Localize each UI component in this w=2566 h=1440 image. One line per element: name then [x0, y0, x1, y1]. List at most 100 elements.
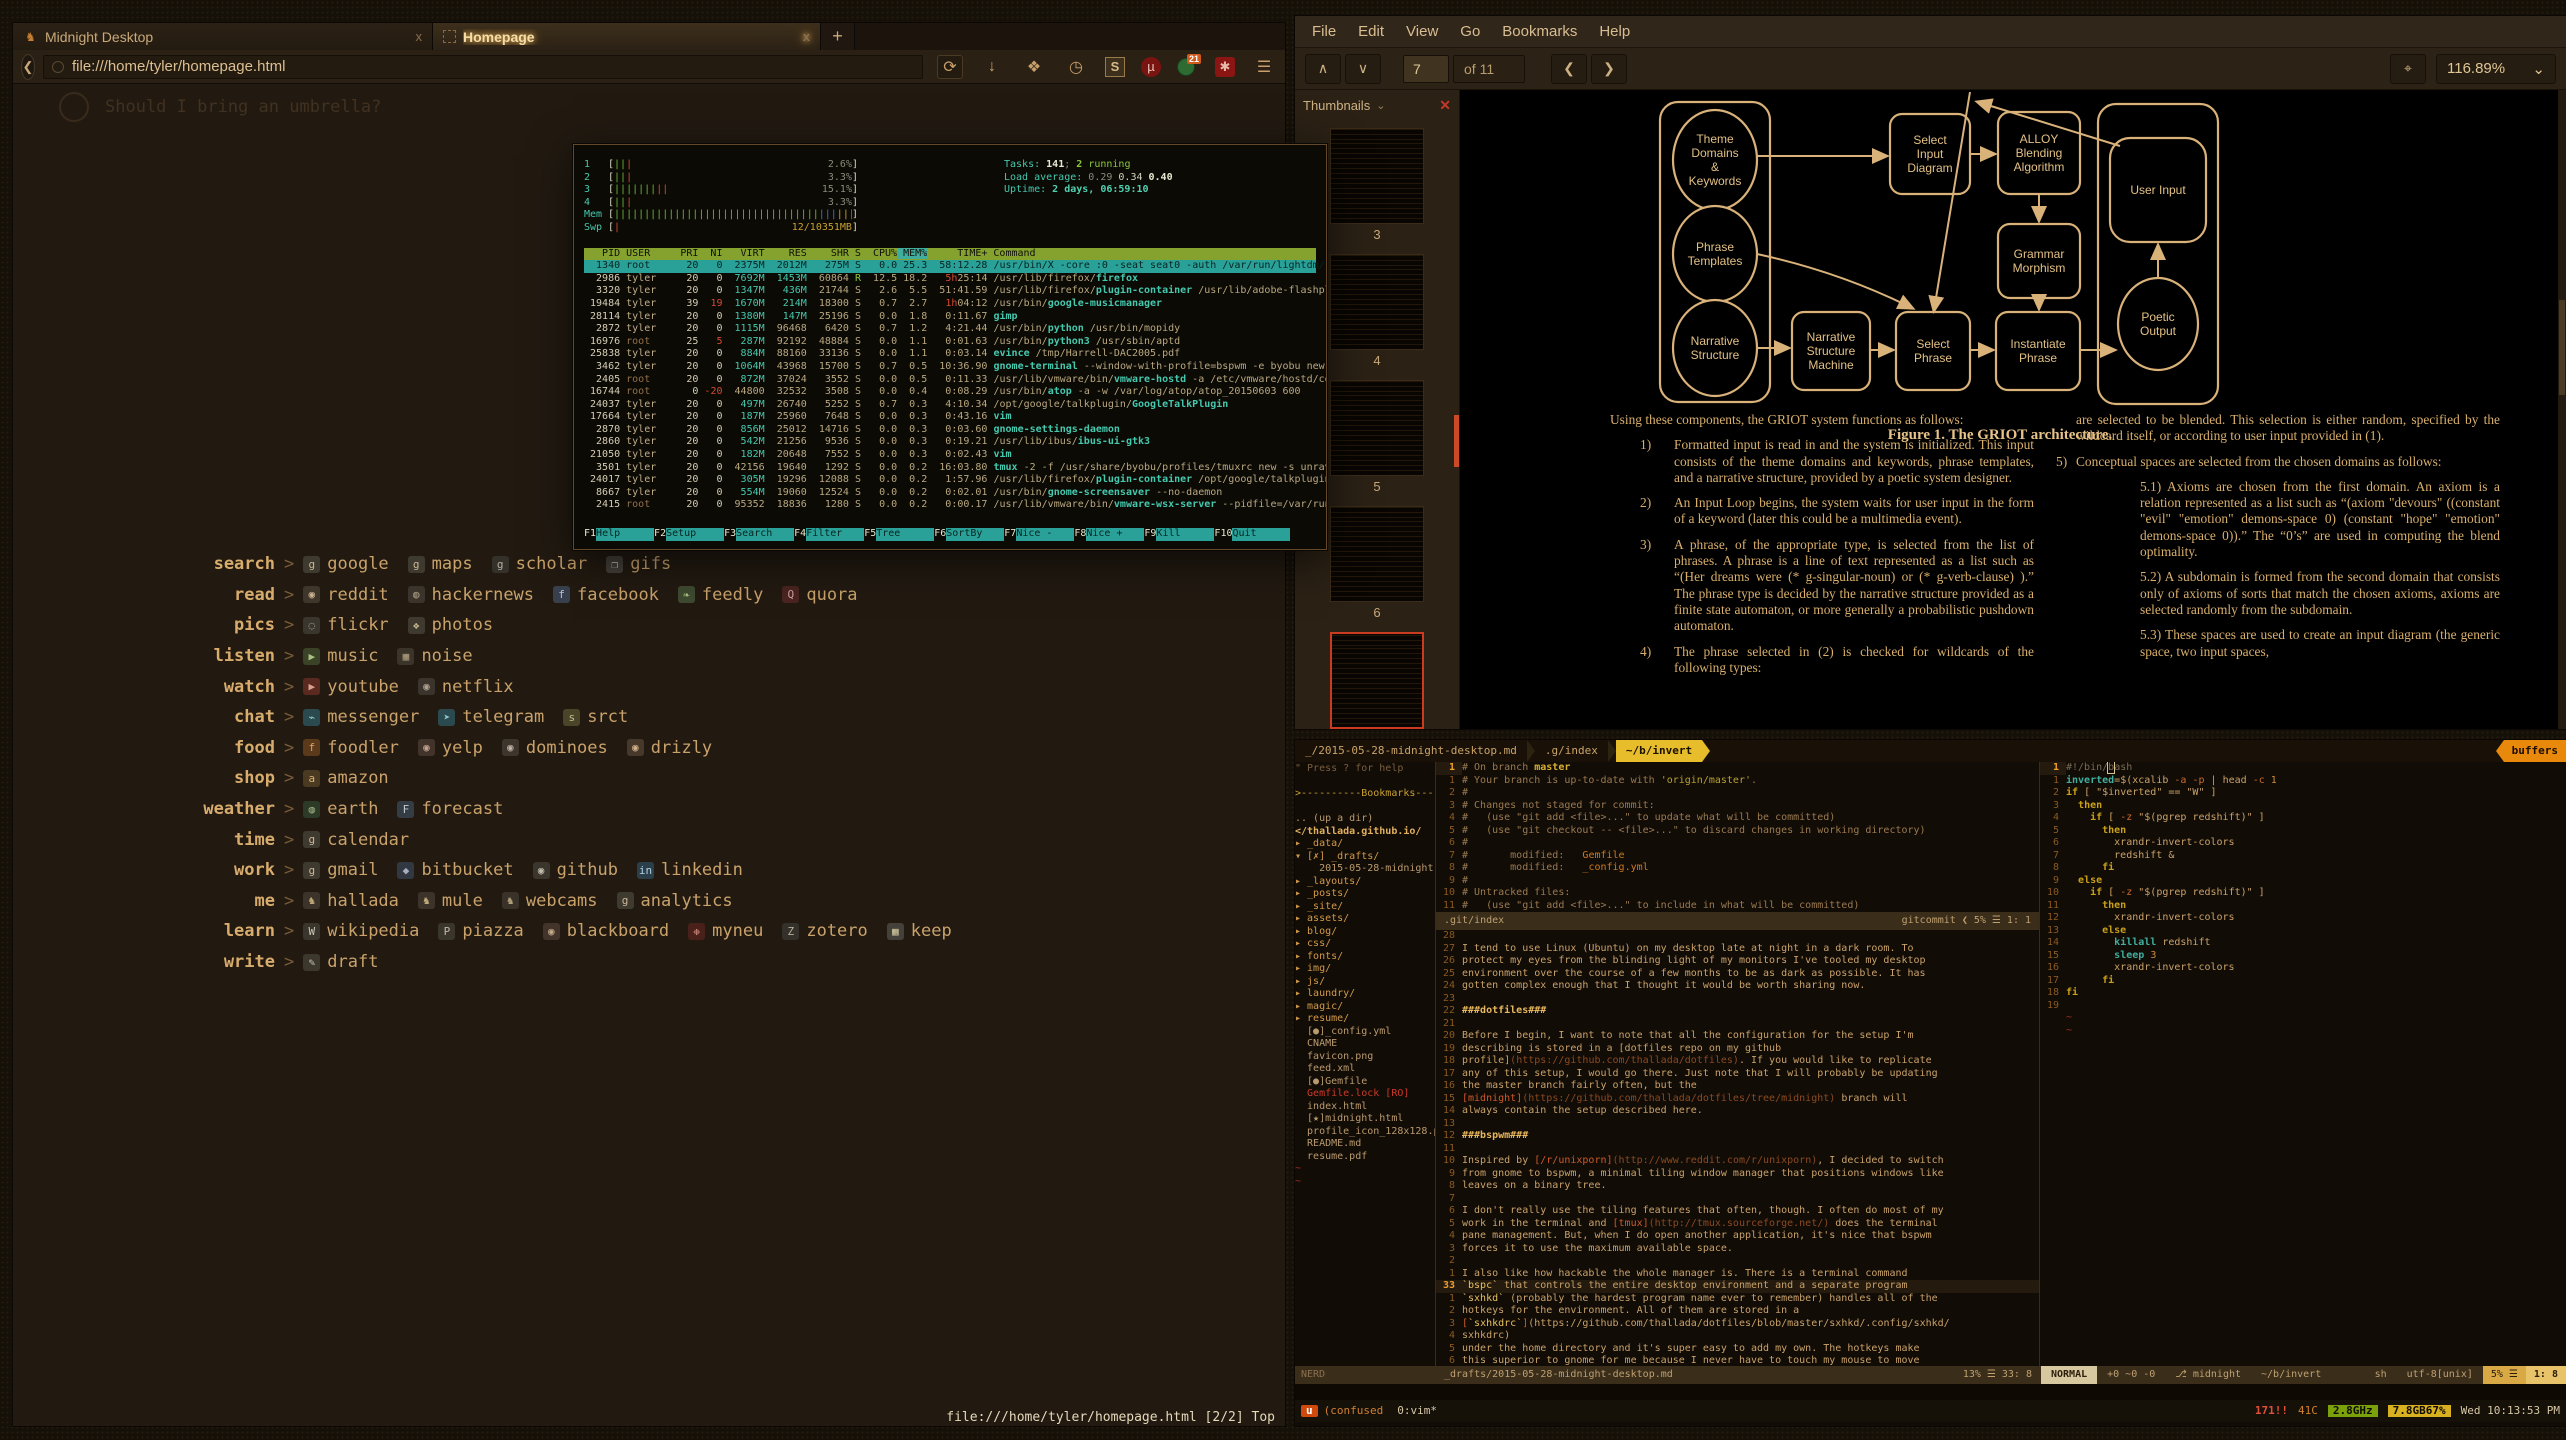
nerdtree-item[interactable]: >----------Bookmarks----------: [1295, 788, 1435, 801]
nerdtree-item[interactable]: ~: [1295, 1163, 1435, 1176]
htop-fkey-f5[interactable]: F5Tree: [864, 528, 934, 541]
extension-puzzle-icon[interactable]: ❖: [1021, 55, 1047, 79]
nerdtree-item[interactable]: ▸ _posts/: [1295, 888, 1435, 901]
nerdtree-item[interactable]: [●]_config.yml: [1295, 1026, 1435, 1039]
link-linkedin[interactable]: inlinkedin: [637, 860, 743, 880]
process-row[interactable]: 3462 tyler 20 0 1064M 43968 15700 S 0.7 …: [584, 361, 1316, 374]
close-sidebar-icon[interactable]: ✕: [1439, 97, 1451, 114]
pdf-scrollbar[interactable]: [2558, 90, 2566, 729]
link-myneu[interactable]: ❉myneu: [688, 921, 763, 941]
tmux-window-label[interactable]: 0:vim*: [1397, 1405, 1437, 1418]
process-row[interactable]: 2405 root 20 0 872M 37024 3552 S 0.0 0.5…: [584, 374, 1316, 387]
process-row[interactable]: 21050 tyler 20 0 182M 20648 7552 S 0.0 0…: [584, 449, 1316, 462]
link-github[interactable]: ◉github: [533, 860, 618, 880]
process-row[interactable]: 8667 tyler 20 0 554M 19060 12524 S 0.0 0…: [584, 487, 1316, 500]
nerdtree-item[interactable]: </thallada.github.io/: [1295, 826, 1435, 839]
process-row[interactable]: 3320 tyler 20 0 1347M 436M 21744 S 2.6 5…: [584, 285, 1316, 298]
process-row[interactable]: 3501 tyler 20 0 42156 19640 1292 S 0.0 0…: [584, 462, 1316, 475]
htop-fkey-f3[interactable]: F3Search: [724, 528, 794, 541]
htop-process-table[interactable]: PID USER PRI NI VIRT RES SHR S CPU% MEM%…: [584, 248, 1316, 512]
link-calendar[interactable]: gcalendar: [303, 830, 409, 850]
tab-counter-badge[interactable]: 21: [1177, 56, 1199, 78]
process-row[interactable]: 25838 tyler 20 0 884M 88160 33136 S 0.0 …: [584, 348, 1316, 361]
nerdtree-pane[interactable]: " Press ? for help >----------Bookmarks-…: [1295, 762, 1435, 1366]
page-thumbnail-6[interactable]: [1330, 506, 1424, 602]
menu-edit[interactable]: Edit: [1347, 23, 1395, 40]
menu-go[interactable]: Go: [1449, 23, 1491, 40]
link-gifs[interactable]: ❐gifs: [606, 554, 671, 574]
sidebar-scrollbar[interactable]: [1454, 415, 1459, 467]
process-row[interactable]: 17664 tyler 20 0 187M 25960 7648 S 0.0 0…: [584, 411, 1316, 424]
nerdtree-item[interactable]: ▸ blog/: [1295, 926, 1435, 939]
link-srct[interactable]: ssrct: [563, 707, 628, 727]
nerdtree-item[interactable]: [●]Gemfile: [1295, 1076, 1435, 1089]
download-icon[interactable]: ↓: [979, 55, 1005, 79]
nerdtree-item[interactable]: ▸ assets/: [1295, 913, 1435, 926]
nerdtree-item[interactable]: ~: [1295, 1176, 1435, 1189]
link-facebook[interactable]: ffacebook: [553, 585, 659, 605]
process-row[interactable]: 2870 tyler 20 0 856M 25012 14716 S 0.0 0…: [584, 424, 1316, 437]
link-google[interactable]: ggoogle: [303, 554, 388, 574]
mu-extension-icon[interactable]: µ: [1141, 57, 1161, 77]
vim-command-line[interactable]: [1295, 1384, 2566, 1400]
sidebar-mode-select[interactable]: Thumbnails: [1303, 98, 1370, 113]
process-row[interactable]: 1340 root 20 0 2375M 2012M 275M S 0.0 25…: [584, 260, 1316, 273]
link-wikipedia[interactable]: Wwikipedia: [303, 921, 419, 941]
nerdtree-item[interactable]: ▸ magic/: [1295, 1001, 1435, 1014]
link-analytics[interactable]: ganalytics: [617, 891, 733, 911]
link-amazon[interactable]: aamazon: [303, 768, 388, 788]
nerdtree-item[interactable]: ▸ img/: [1295, 963, 1435, 976]
nerdtree-item[interactable]: index.html: [1295, 1101, 1435, 1114]
link-netflix[interactable]: ◉netflix: [418, 677, 514, 697]
menu-view[interactable]: View: [1395, 23, 1449, 40]
page-thumbnail-3[interactable]: [1330, 128, 1424, 224]
page-up-button[interactable]: ∧: [1305, 54, 1341, 84]
nerdtree-item[interactable]: ▸ resume/: [1295, 1013, 1435, 1026]
reload-icon[interactable]: ⟳: [937, 55, 963, 79]
process-row[interactable]: 16744 root 0 -20 44800 32532 3508 S 0.0 …: [584, 386, 1316, 399]
tab-close-icon[interactable]: x: [416, 29, 423, 44]
menu-help[interactable]: Help: [1588, 23, 1641, 40]
nerdtree-item[interactable]: ▸ css/: [1295, 938, 1435, 951]
htop-fkey-f1[interactable]: F1Help: [584, 528, 654, 541]
link-piazza[interactable]: Ppiazza: [438, 921, 523, 941]
link-flickr[interactable]: ◌flickr: [303, 615, 388, 635]
nerdtree-item[interactable]: [1295, 801, 1435, 814]
vim-tab-3[interactable]: ~/b/invert: [1616, 740, 1702, 762]
link-earth[interactable]: ◍earth: [303, 799, 378, 819]
browser-tab[interactable]: ♞Midnight Desktopx: [13, 23, 433, 50]
process-row[interactable]: 2872 tyler 20 0 1115M 96468 6420 S 0.7 1…: [584, 323, 1316, 336]
link-youtube[interactable]: ▶youtube: [303, 677, 399, 697]
vim-tab-2[interactable]: .g/index: [1535, 740, 1608, 762]
link-gmail[interactable]: ggmail: [303, 860, 378, 880]
nerdtree-item[interactable]: [★]midnight.html: [1295, 1113, 1435, 1126]
process-row[interactable]: 28114 tyler 20 0 1380M 147M 25196 S 0.0 …: [584, 311, 1316, 324]
url-bar[interactable]: file:///home/tyler/homepage.html: [43, 55, 923, 79]
nerdtree-item[interactable]: README.md: [1295, 1138, 1435, 1151]
link-dominoes[interactable]: ◉dominoes: [502, 738, 608, 758]
process-row[interactable]: 24017 tyler 20 0 305M 19296 12088 S 0.0 …: [584, 474, 1316, 487]
link-noise[interactable]: ▦noise: [397, 646, 472, 666]
link-photos[interactable]: ❖photos: [408, 615, 493, 635]
s-extension-icon[interactable]: S: [1105, 57, 1125, 77]
htop-fkey-f7[interactable]: F7Nice -: [1004, 528, 1074, 541]
htop-fkey-f10[interactable]: F10Quit: [1214, 528, 1290, 541]
nerdtree-item[interactable]: favicon.png: [1295, 1051, 1435, 1064]
nerdtree-item[interactable]: 2015-05-28-midnight-deskto: [1295, 863, 1435, 876]
tab-close-icon[interactable]: x: [803, 29, 810, 44]
nerdtree-item[interactable]: feed.xml: [1295, 1063, 1435, 1076]
nerdtree-item[interactable]: .. (up a dir): [1295, 813, 1435, 826]
htop-fkey-f8[interactable]: F8Nice +: [1074, 528, 1144, 541]
link-yelp[interactable]: ◉yelp: [418, 738, 483, 758]
link-draft[interactable]: ✎draft: [303, 952, 378, 972]
htop-fkey-f4[interactable]: F4Filter: [794, 528, 864, 541]
page-down-button[interactable]: ∨: [1345, 54, 1381, 84]
link-mule[interactable]: ♞mule: [418, 891, 483, 911]
link-hackernews[interactable]: ◍hackernews: [408, 585, 534, 605]
link-hallada[interactable]: ♞hallada: [303, 891, 399, 911]
page-thumbnail-7[interactable]: [1330, 632, 1424, 729]
history-clock-icon[interactable]: ◷: [1063, 55, 1089, 79]
link-scholar[interactable]: gscholar: [492, 554, 588, 574]
nerdtree-item[interactable]: " Press ? for help: [1295, 763, 1435, 776]
link-maps[interactable]: gmaps: [408, 554, 473, 574]
